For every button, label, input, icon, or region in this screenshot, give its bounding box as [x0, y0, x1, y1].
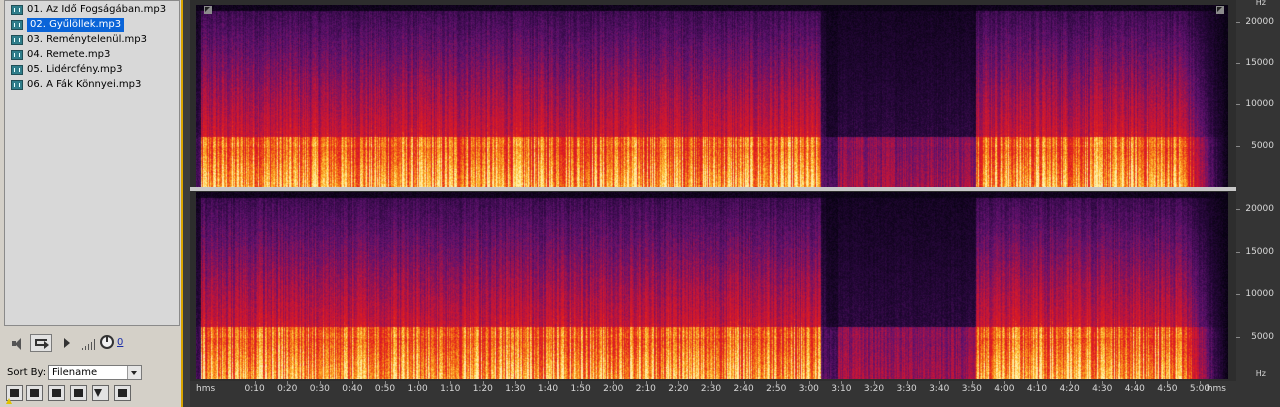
time-tick-label: 0:40: [342, 384, 363, 394]
stop-icon[interactable]: [48, 385, 65, 401]
volume-knob-icon[interactable]: [100, 335, 114, 349]
file-item[interactable]: 06. A Fák Könnyei.mp3: [11, 78, 142, 92]
file-name: 06. A Fák Könnyei.mp3: [27, 79, 142, 90]
time-tick-label: 2:20: [668, 384, 689, 394]
frequency-tick: [1236, 251, 1240, 253]
file-name: 01. Az Idő Fogságában.mp3: [27, 4, 167, 15]
music-icon[interactable]: [70, 385, 87, 401]
frequency-tick: [1236, 104, 1240, 106]
filter-icon[interactable]: [92, 385, 109, 401]
speaker-icon[interactable]: [10, 336, 28, 352]
audio-file-icon: [11, 35, 23, 45]
record-icon[interactable]: [26, 385, 43, 401]
volume-bars-icon: [82, 338, 98, 350]
spectrogram-left-channel[interactable]: [196, 5, 1228, 187]
time-tick-label: 0:20: [277, 384, 298, 394]
frequency-tick: [1236, 63, 1240, 65]
time-tick-label: 4:20: [1059, 384, 1080, 394]
spectrogram-canvas: [196, 5, 1228, 187]
spectrogram-right-channel[interactable]: [196, 192, 1228, 379]
volume-value[interactable]: 0: [117, 337, 123, 348]
frequency-label: 20000: [1245, 204, 1274, 215]
time-tick-label: 1:40: [537, 384, 559, 394]
frequency-tick: [1236, 336, 1240, 338]
frequency-label: 5000: [1251, 140, 1274, 151]
time-tick-label: 2:40: [733, 384, 754, 394]
playhead-marker[interactable]: [6, 398, 12, 404]
frequency-label: 5000: [1251, 331, 1274, 342]
sort-row: Sort By: Filename: [4, 364, 180, 382]
frequency-label: 15000: [1245, 246, 1274, 257]
sort-label: Sort By:: [7, 367, 47, 378]
time-tick-label: 1:20: [472, 384, 493, 394]
frequency-label: 10000: [1245, 99, 1274, 110]
time-tick-label: 3:40: [929, 384, 950, 394]
zoom-corner-icon[interactable]: [1216, 6, 1224, 14]
frequency-tick: [1236, 21, 1240, 23]
audio-file-icon: [11, 5, 23, 15]
file-name: 02. Gyűlöllek.mp3: [27, 18, 125, 32]
audio-file-icon: [11, 20, 23, 30]
time-tick-label: 2:50: [766, 384, 787, 394]
loop-icon[interactable]: [30, 334, 52, 352]
time-tick-label: 3:50: [961, 384, 982, 394]
audio-file-icon: [11, 65, 23, 75]
sort-select[interactable]: Filename: [48, 365, 142, 380]
time-tick-label: 3:30: [896, 384, 917, 394]
preview-icon[interactable]: [114, 385, 131, 401]
time-tick-label: 3:00: [798, 384, 819, 394]
zoom-corner-icon[interactable]: [204, 6, 212, 14]
file-item[interactable]: 03. Reménytelenül.mp3: [11, 33, 147, 47]
time-tick-label: 4:30: [1092, 384, 1113, 394]
file-item[interactable]: 04. Remete.mp3: [11, 48, 111, 62]
time-tick-label: 4:50: [1157, 384, 1178, 394]
files-panel: 01. Az Idő Fogságában.mp3 02. Gyűlöllek.…: [0, 0, 183, 407]
sort-selected-value: Filename: [52, 367, 98, 378]
time-tick-label: 2:30: [700, 384, 722, 394]
time-tick-label: 4:00: [994, 384, 1015, 394]
file-toolbar: [4, 385, 180, 403]
frequency-label: 10000: [1245, 289, 1274, 300]
chevron-down-icon[interactable]: [127, 366, 141, 379]
time-tick-label: 1:00: [407, 384, 428, 394]
play-icon[interactable]: [62, 336, 80, 352]
time-ruler[interactable]: hms hms 0:10 0:20 0:30 0:40 0:50 1:00 1:10 1:20…: [190, 381, 1236, 407]
time-tick-label: 0:30: [309, 384, 330, 394]
frequency-unit: Hz: [1255, 369, 1266, 378]
time-unit-label: hms: [196, 384, 216, 394]
file-name: 05. Lidércfény.mp3: [27, 64, 123, 75]
file-name: 04. Remete.mp3: [27, 49, 111, 60]
time-tick-label: 2:10: [635, 384, 656, 394]
frequency-tick: [1236, 209, 1240, 211]
frequency-label: 15000: [1245, 58, 1274, 69]
spectral-view[interactable]: hms hms 0:10 0:20 0:30 0:40 0:50 1:00 1:10 1:20…: [190, 0, 1236, 407]
time-tick-label: 3:20: [863, 384, 885, 394]
transport-controls: 0: [4, 330, 180, 356]
time-tick-label: 3:10: [831, 384, 852, 394]
time-tick-label: 0:10: [244, 384, 265, 394]
file-item[interactable]: 01. Az Idő Fogságában.mp3: [11, 3, 167, 17]
frequency-unit: Hz: [1255, 0, 1266, 7]
time-tick-label: 4:10: [1026, 384, 1048, 394]
time-tick-label: 5:00: [1189, 384, 1211, 394]
time-tick-label: 1:30: [505, 384, 526, 394]
file-name: 03. Reménytelenül.mp3: [27, 34, 147, 45]
spectrogram-canvas: [196, 192, 1228, 379]
audio-file-icon: [11, 50, 23, 60]
frequency-label: 20000: [1245, 16, 1274, 27]
file-list[interactable]: 01. Az Idő Fogságában.mp3 02. Gyűlöllek.…: [4, 0, 180, 326]
channel-divider: [190, 187, 1236, 191]
frequency-tick: [1236, 294, 1240, 296]
frequency-tick: [1236, 145, 1240, 147]
file-item[interactable]: 05. Lidércfény.mp3: [11, 63, 123, 77]
time-tick-label: 1:50: [570, 384, 591, 394]
time-tick-label: 1:10: [440, 384, 461, 394]
frequency-axis: Hz Hz 20000 15000 10000 5000 20000 15000 10000…: [1236, 0, 1280, 407]
time-tick-label: 0:50: [374, 384, 396, 394]
audio-file-icon: [11, 80, 23, 90]
time-tick-label: 4:40: [1124, 384, 1145, 394]
file-item-selected[interactable]: 02. Gyűlöllek.mp3: [11, 18, 125, 32]
time-tick-label: 2:00: [603, 384, 624, 394]
